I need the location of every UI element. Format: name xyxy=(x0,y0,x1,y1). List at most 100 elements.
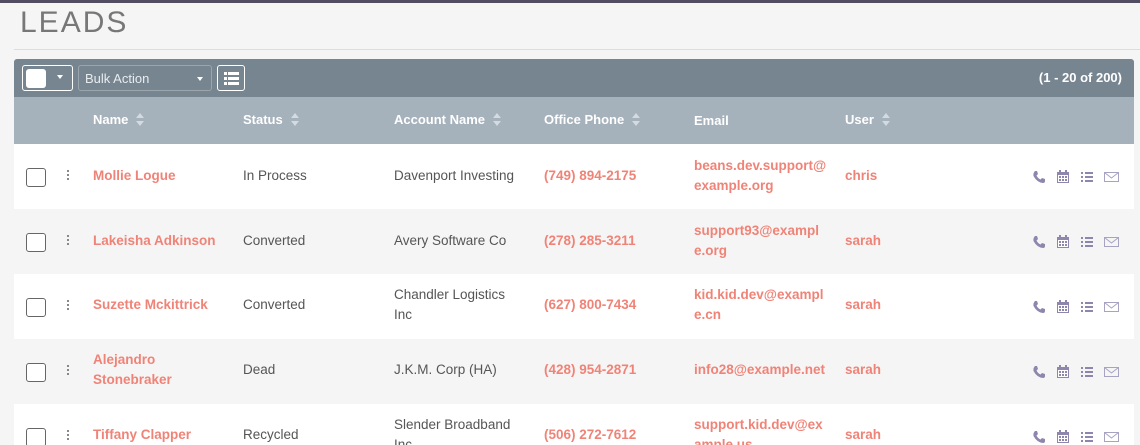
phone-icon[interactable] xyxy=(1032,365,1046,379)
row-checkbox[interactable] xyxy=(26,363,46,382)
phone-icon[interactable] xyxy=(1032,430,1046,444)
office-phone-link[interactable]: (749) 894-2175 xyxy=(544,166,679,186)
row-menu-icon[interactable] xyxy=(67,170,70,182)
phone-icon[interactable] xyxy=(1032,300,1046,314)
column-header-label: Office Phone xyxy=(544,112,625,127)
email-icon[interactable] xyxy=(1104,300,1119,314)
user-link[interactable]: chris xyxy=(845,166,925,186)
table-row: Suzette Mckittrick Converted Chandler Lo… xyxy=(14,274,1134,339)
task-list-icon[interactable] xyxy=(1080,365,1094,379)
user-link[interactable]: sarah xyxy=(845,231,925,251)
sort-icon[interactable] xyxy=(136,112,145,127)
email-link[interactable]: support.kid.dev@example.us xyxy=(694,415,829,445)
task-list-icon[interactable] xyxy=(1080,235,1094,249)
lead-status: Recycled xyxy=(243,427,299,442)
sort-icon[interactable] xyxy=(881,112,890,127)
email-link[interactable]: info28@example.net xyxy=(694,360,829,380)
column-list-icon xyxy=(224,72,239,85)
lead-status: Converted xyxy=(243,297,306,312)
user-link[interactable]: sarah xyxy=(845,295,925,315)
column-header-label: User xyxy=(845,112,874,127)
top-accent-bar xyxy=(0,0,1140,3)
email-link[interactable]: support93@example.org xyxy=(694,221,829,261)
office-phone-link[interactable]: (428) 954-2871 xyxy=(544,360,679,380)
table-row: Alejandro Stonebraker Dead J.K.M. Corp (… xyxy=(14,339,1134,404)
office-phone-link[interactable]: (506) 272-7612 xyxy=(544,425,679,445)
lead-status: Converted xyxy=(243,233,306,248)
calendar-icon[interactable] xyxy=(1056,300,1070,314)
list-toolbar: Bulk Action (1 - 20 of 200) xyxy=(14,59,1134,97)
column-header-account[interactable]: Account Name xyxy=(394,112,502,128)
account-name: Chandler Logistics Inc xyxy=(394,287,506,322)
email-icon[interactable] xyxy=(1104,235,1119,249)
row-checkbox[interactable] xyxy=(26,428,46,445)
title-divider xyxy=(14,49,1140,50)
phone-icon[interactable] xyxy=(1032,170,1046,184)
row-actions xyxy=(1032,170,1122,186)
account-name: Avery Software Co xyxy=(394,233,507,248)
column-chooser-button[interactable] xyxy=(217,65,245,91)
column-header-user[interactable]: User xyxy=(845,112,890,128)
table-row: Lakeisha Adkinson Converted Avery Softwa… xyxy=(14,209,1134,274)
pagination-count: (1 - 20 of 200) xyxy=(1038,70,1122,85)
row-menu-icon[interactable] xyxy=(67,300,70,312)
chevron-down-icon xyxy=(57,75,63,79)
account-name: Davenport Investing xyxy=(394,168,515,183)
sort-icon[interactable] xyxy=(493,112,502,127)
column-header-label: Email xyxy=(694,113,729,128)
phone-icon[interactable] xyxy=(1032,235,1046,249)
lead-name-link[interactable]: Alejandro Stonebraker xyxy=(93,350,193,390)
email-link[interactable]: beans.dev.support@example.org xyxy=(694,156,829,196)
email-icon[interactable] xyxy=(1104,365,1119,379)
email-link[interactable]: kid.kid.dev@example.cn xyxy=(694,285,829,325)
row-actions xyxy=(1032,365,1122,381)
column-header-label: Status xyxy=(243,112,283,127)
task-list-icon[interactable] xyxy=(1080,430,1094,444)
row-checkbox[interactable] xyxy=(26,233,46,252)
user-link[interactable]: sarah xyxy=(845,360,925,380)
row-menu-icon[interactable] xyxy=(67,235,70,247)
table-row: Mollie Logue In Process Davenport Invest… xyxy=(14,144,1134,209)
calendar-icon[interactable] xyxy=(1056,170,1070,184)
calendar-icon[interactable] xyxy=(1056,430,1070,444)
lead-name-link[interactable]: Tiffany Clapper xyxy=(93,425,223,445)
select-all-dropdown[interactable] xyxy=(22,65,73,91)
row-actions xyxy=(1032,430,1122,445)
calendar-icon[interactable] xyxy=(1056,235,1070,249)
office-phone-link[interactable]: (278) 285-3211 xyxy=(544,231,679,251)
row-checkbox[interactable] xyxy=(26,298,46,317)
sort-icon[interactable] xyxy=(290,112,299,127)
office-phone-link[interactable]: (627) 800-7434 xyxy=(544,295,679,315)
bulk-action-dropdown[interactable]: Bulk Action xyxy=(78,65,212,91)
column-header-email: Email xyxy=(694,113,729,128)
row-menu-icon[interactable] xyxy=(67,365,70,377)
column-header-status[interactable]: Status xyxy=(243,112,299,128)
table-header: Name Status Account Name Office Phone Em… xyxy=(14,97,1134,144)
lead-name-link[interactable]: Mollie Logue xyxy=(93,166,223,186)
column-header-name[interactable]: Name xyxy=(93,112,145,128)
row-menu-icon[interactable] xyxy=(67,430,70,442)
email-icon[interactable] xyxy=(1104,170,1119,184)
chevron-down-icon xyxy=(197,77,203,81)
lead-status: In Process xyxy=(243,168,307,183)
row-actions xyxy=(1032,300,1122,316)
column-header-phone[interactable]: Office Phone xyxy=(544,112,641,128)
account-name: Slender Broadband Inc xyxy=(394,417,511,445)
sort-icon[interactable] xyxy=(632,112,641,127)
task-list-icon[interactable] xyxy=(1080,300,1094,314)
select-all-checkbox[interactable] xyxy=(26,69,46,88)
email-icon[interactable] xyxy=(1104,430,1119,444)
column-header-label: Name xyxy=(93,112,129,127)
row-actions xyxy=(1032,235,1122,251)
column-header-label: Account Name xyxy=(394,112,486,127)
table-row: Tiffany Clapper Recycled Slender Broadba… xyxy=(14,404,1134,445)
user-link[interactable]: sarah xyxy=(845,425,925,445)
row-checkbox[interactable] xyxy=(26,168,46,187)
calendar-icon[interactable] xyxy=(1056,365,1070,379)
lead-name-link[interactable]: Lakeisha Adkinson xyxy=(93,231,223,251)
task-list-icon[interactable] xyxy=(1080,170,1094,184)
lead-status: Dead xyxy=(243,362,276,377)
lead-name-link[interactable]: Suzette Mckittrick xyxy=(93,295,223,315)
page-title: LEADS xyxy=(20,6,129,39)
bulk-action-label: Bulk Action xyxy=(85,71,150,86)
